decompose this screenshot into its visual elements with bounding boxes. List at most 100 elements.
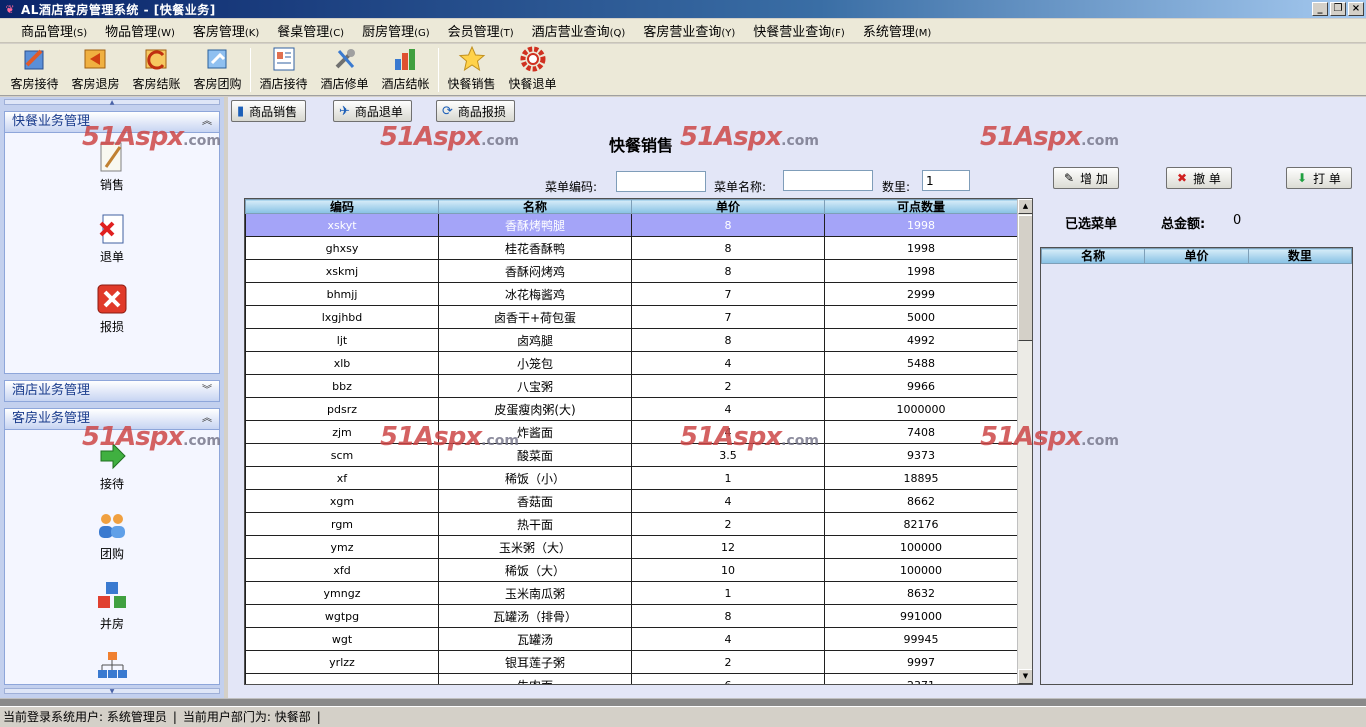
quantity-input[interactable] [922,170,970,191]
toolbar: 客房接待 客房退房 客房结账 客房团购 酒店接待 酒店修单 酒店结帐 快餐销售 … [0,44,1366,96]
tab-product-sales[interactable]: ▮ 商品销售 [231,100,307,122]
table-row[interactable]: scm 酸菜面 3.5 9373 [245,443,1018,467]
group-header-room[interactable]: 客房业务管理 ︽ [4,408,220,430]
cell-code: ghxsy [245,236,439,260]
restore-button[interactable]: ❐ [1330,2,1346,16]
nav-item-org[interactable] [5,650,219,682]
cell-code: xf [245,466,439,490]
nav-item-sales[interactable]: 销售 [5,141,219,193]
table-row[interactable]: bhmjj 冰花梅酱鸡 7 2999 [245,282,1018,306]
column-header-name[interactable]: 名称 [1040,248,1146,264]
table-row[interactable]: lxgjhbd 卤香干+荷包蛋 7 5000 [245,305,1018,329]
cell-price: 8 [631,213,825,237]
cell-price: 4 [631,627,825,651]
table-row[interactable]: xgm 香菇面 4 8662 [245,489,1018,513]
table-row[interactable]: ymz 玉米粥（大） 12 100000 [245,535,1018,559]
table-row[interactable]: rgm 热干面 2 82176 [245,512,1018,536]
cell-name: 瓦罐汤 [438,627,632,651]
table-row[interactable]: pdsrz 皮蛋瘦肉粥(大) 4 1000000 [245,397,1018,421]
table-row[interactable]: ljt 卤鸡腿 8 4992 [245,328,1018,352]
toolbar-room-billing[interactable]: 客房结账 [126,45,187,95]
table-row[interactable]: xfd 稀饭（大） 10 100000 [245,558,1018,582]
minimize-button[interactable]: _ [1312,2,1328,16]
print-button[interactable]: ⬇ 打 单 [1286,167,1352,189]
nav-item-reception[interactable]: 接待 [5,440,219,492]
table-row[interactable]: ymngz 玉米南瓜粥 1 8632 [245,581,1018,605]
cell-price: 8 [631,236,825,260]
menu-item-2[interactable]: 客房管理(K) [184,21,268,40]
column-header-qty[interactable]: 数里 [1247,248,1353,264]
menu-item-8[interactable]: 快餐营业查询(F) [744,21,854,40]
menu-item-7[interactable]: 客房营业查询(Y) [634,21,744,40]
column-header-code[interactable]: 编码 [245,199,439,214]
cell-code: zjm [245,420,439,444]
star-icon [457,45,487,73]
cell-code: xskyt [245,213,439,237]
cell-price: 8 [631,604,825,628]
toolbar-label: 快餐退单 [508,77,557,91]
group-header-fastfood[interactable]: 快餐业务管理 ︽ [4,111,220,133]
table-row[interactable]: ghxsy 桂花香酥鸭 8 1998 [245,236,1018,260]
menu-item-5[interactable]: 会员管理(T) [439,21,523,40]
billing-icon [142,45,172,73]
nav-item-groupbuy[interactable]: 团购 [5,510,219,562]
tab-product-refund[interactable]: ✈ 商品退单 [333,100,412,122]
menu-item-0[interactable]: 商品管理(S) [12,21,96,40]
nav-item-damage[interactable]: 报损 [5,283,219,335]
nav-scroll-down[interactable]: ▼ [4,688,220,695]
scroll-down-arrow[interactable]: ▼ [1018,669,1032,684]
table-row[interactable]: zjm 炸酱面 4 7408 [245,420,1018,444]
table-row[interactable]: xlb 小笼包 4 5488 [245,351,1018,375]
selected-items-table: 名称 单价 数里 [1040,248,1353,264]
column-header-price[interactable]: 单价 [1144,248,1249,264]
table-row[interactable]: bbz 八宝粥 2 9966 [245,374,1018,398]
chevron-up-icon: ︽ [202,116,212,127]
toolbar-fastfood-sales[interactable]: 快餐销售 [441,45,502,95]
menu-item-9[interactable]: 系统管理(M) [854,21,940,40]
remove-button[interactable]: ✖ 撤 单 [1166,167,1232,189]
toolbar-hotel-checkout[interactable]: 酒店结帐 [375,45,436,95]
menu-item-3[interactable]: 餐桌管理(C) [268,21,353,40]
nav-item-merge-room[interactable]: 并房 [5,580,219,632]
close-button[interactable]: × [1348,2,1364,16]
toolbar-hotel-reception[interactable]: 酒店接待 [253,45,314,95]
cell-price: 3.5 [631,443,825,467]
toolbar-room-groupbuy[interactable]: 客房团购 [187,45,248,95]
table-row[interactable]: xskmj 香酥闷烤鸡 8 1998 [245,259,1018,283]
column-header-price[interactable]: 单价 [631,199,825,214]
toolbar-hotel-edit-order[interactable]: 酒店修单 [314,45,375,95]
hotel-checkout-icon [391,45,421,73]
menu-item-1[interactable]: 物品管理(W) [96,21,184,40]
menu-code-input[interactable] [616,171,706,192]
nav-item-refund[interactable]: 退单 [5,213,219,265]
menu-name-input[interactable] [783,170,873,191]
users-icon [96,510,128,542]
cell-name: 卤鸡腿 [438,328,632,352]
menu-accelerator: (S) [73,28,88,39]
menu-item-4[interactable]: 厨房管理(G) [353,21,439,40]
table-row[interactable]: xf 稀饭（小） 1 18895 [245,466,1018,490]
nav-label: 退单 [99,250,124,264]
toolbar-room-checkout[interactable]: 客房退房 [65,45,126,95]
table-row[interactable]: yrlzz 银耳莲子粥 2 9997 [245,650,1018,674]
nav-scroll-up[interactable]: ▲ [4,99,220,106]
toolbar-room-reception[interactable]: 客房接待 [4,45,65,95]
menu-label: 商品管理 [21,25,74,40]
toolbar-label: 酒店修单 [320,77,369,91]
menu-accelerator: (Q) [609,28,626,39]
column-header-name[interactable]: 名称 [438,199,632,214]
group-header-hotel[interactable]: 酒店业务管理 ︾ [4,380,220,402]
table-row[interactable]: wgt 瓦罐汤 4 99945 [245,627,1018,651]
scroll-up-arrow[interactable]: ▲ [1018,199,1032,214]
tab-product-damage[interactable]: ⟳ 商品报损 [436,100,515,122]
tab-label: 商品退单 [354,104,403,119]
table-row[interactable]: 牛肉面62371 [245,673,1018,684]
scroll-thumb[interactable] [1018,215,1032,341]
menu-item-6[interactable]: 酒店营业查询(Q) [523,21,635,40]
toolbar-fastfood-refund[interactable]: 快餐退单 [502,45,563,95]
table-row[interactable]: wgtpg 瓦罐汤（排骨） 8 991000 [245,604,1018,628]
column-header-available[interactable]: 可点数量 [824,199,1018,214]
add-button[interactable]: ✎ 增 加 [1053,167,1119,189]
table-row[interactable]: xskyt 香酥烤鸭腿 8 1998 [245,213,1018,237]
grid-scrollbar[interactable]: ▲ ▼ [1017,199,1032,684]
